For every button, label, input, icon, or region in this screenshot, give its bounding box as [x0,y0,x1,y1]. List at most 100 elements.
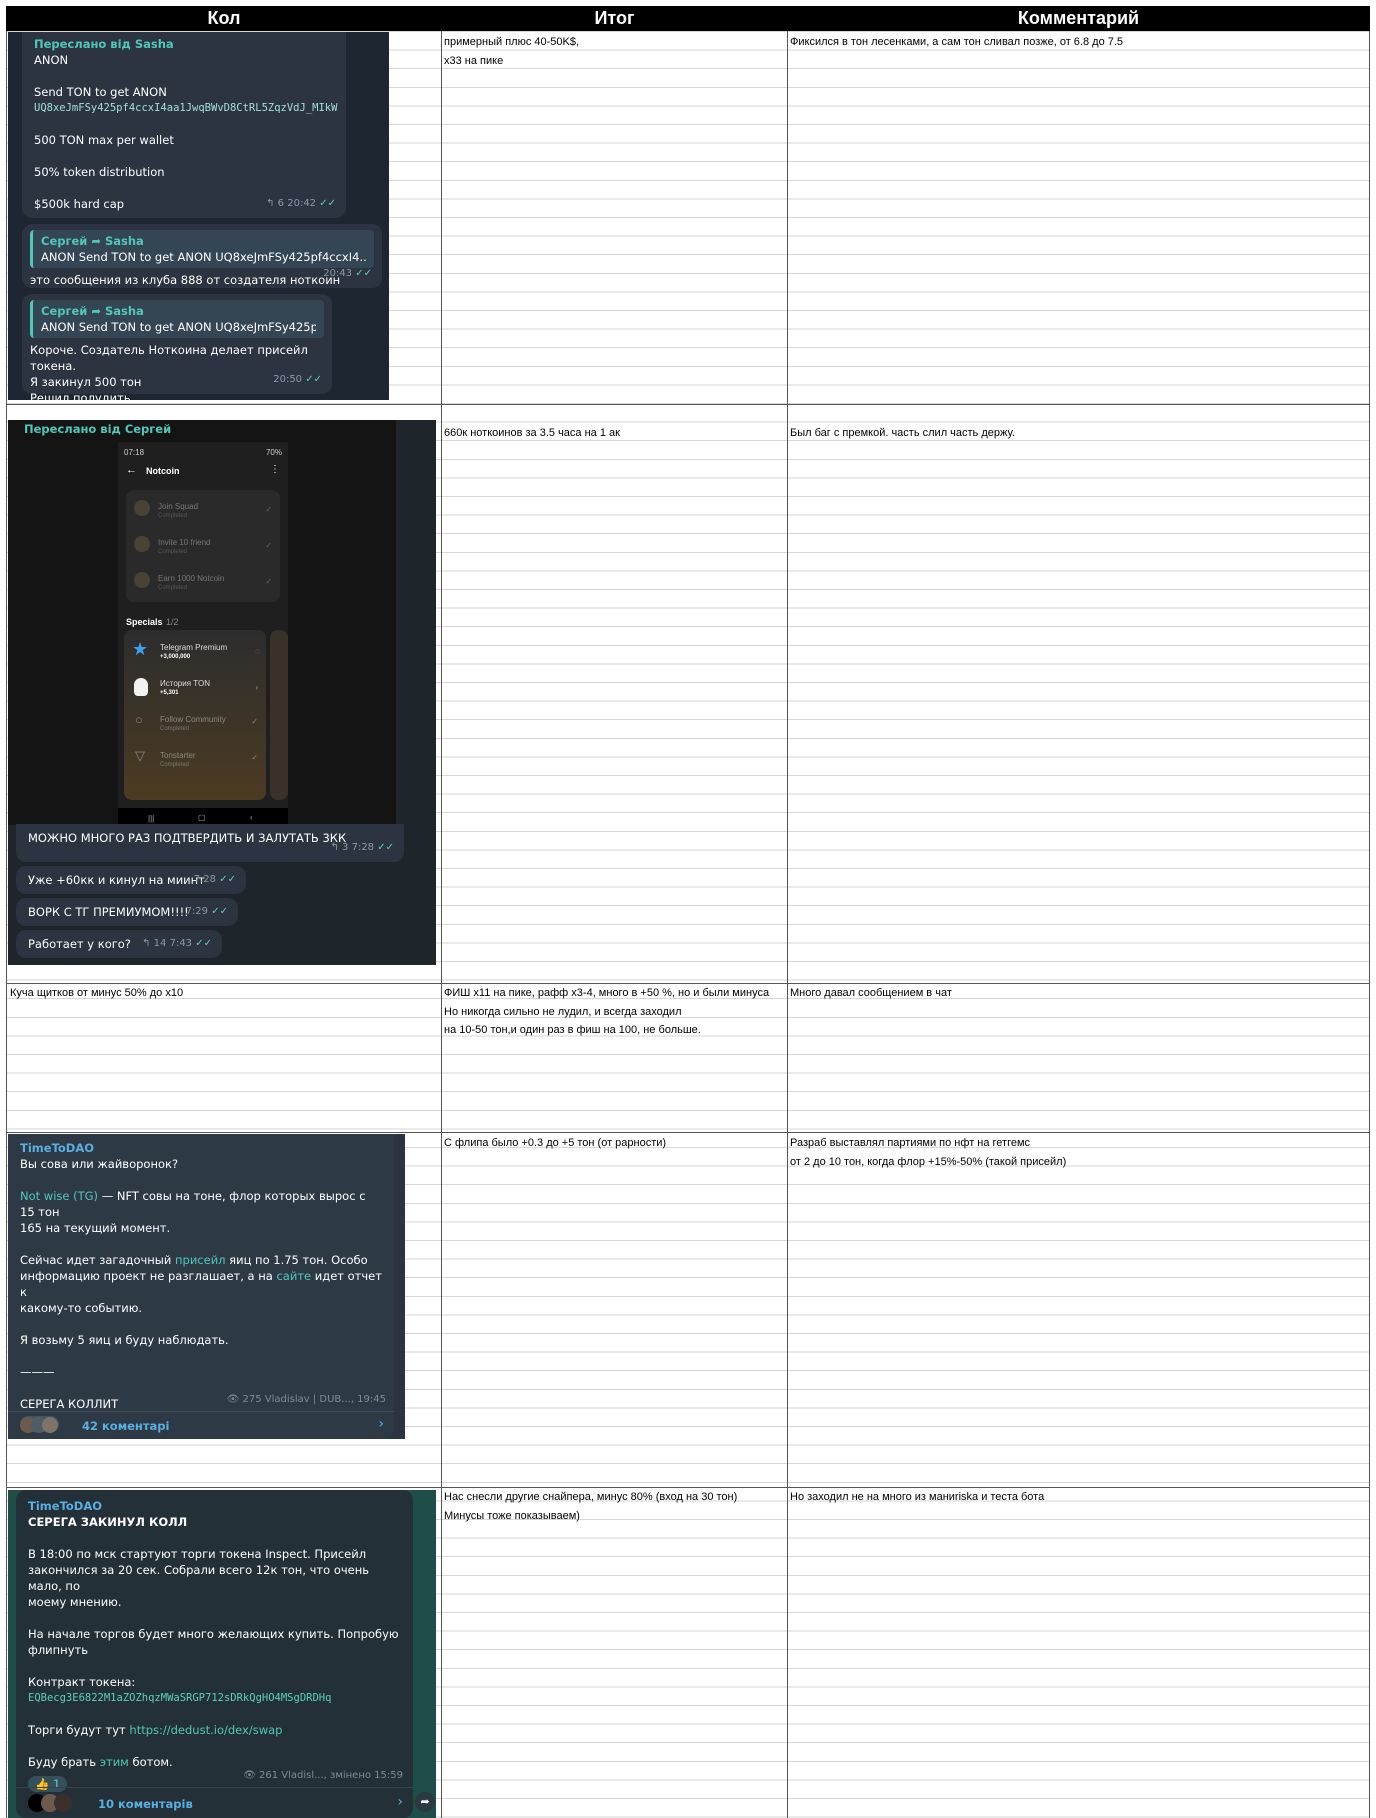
post-line: ——— [20,1365,55,1379]
message-line [34,180,334,196]
bot-link[interactable]: этим [100,1755,129,1769]
message-line: ANON [34,53,69,67]
channel-name[interactable]: TimeToDAO [20,1140,382,1156]
meta-text: ↰ 14 7:43 [142,938,193,949]
message-meta: 7:28 ✓✓ [194,872,236,888]
check-icon: ✓ [265,577,272,586]
column-border [441,31,442,1818]
telegram-screenshot-anon: Переслано від Sasha ANON Send TON to get… [8,32,389,400]
message-line: Send TON to get ANON [34,85,167,99]
post-link[interactable]: сайте [276,1269,311,1283]
comment-cell[interactable]: Но заходил не на много из маниriska и те… [790,1488,1044,1507]
tasks-card: Join Squad Completed ✓ Invite 10 friend … [126,490,280,602]
cell-line: от 2 до 10 тон, когда флор +15%-50% (так… [790,1155,1067,1168]
post-text: Буду брать [28,1755,100,1769]
back-arrow-icon[interactable]: ← [126,462,137,478]
star-icon: ★ [132,639,149,660]
post-line: Торги будут тут https://dedust.io/dex/sw… [28,1722,401,1738]
itog-cell[interactable]: 660к ноткоинов за 3.5 часа на 1 ак [444,424,620,443]
comment-cell[interactable]: Фиксился в тон лесенками, а сам тон слив… [790,33,1123,52]
avatar [42,1417,58,1433]
circle-icon: ○ [135,712,143,727]
wallet-address[interactable]: UQ8xeJmFSy425pf4ccxI4aa1JwqBWvD8CtRL5Zqz… [34,100,337,116]
meta-text: 7:28 [193,874,217,885]
triangle-icon: ▽ [135,748,145,763]
comment-avatars [20,1417,58,1437]
read-checks-icon: ✓✓ [195,938,212,949]
comments-link[interactable]: 42 коментарі [82,1418,169,1434]
post-line: Контракт токена: [28,1675,136,1689]
post-text: информацию проект не разглашает, а на [20,1269,277,1283]
specials-card: ★ Telegram Premium +3,000,000 ◌ История … [124,630,266,800]
post-link[interactable]: Not wise (TG) [20,1189,98,1203]
kol-cell[interactable]: Куча щитков от минус 50% до х10 [10,984,183,1003]
message-line [34,68,334,84]
channel-name[interactable]: TimeToDAO [28,1498,401,1514]
message-line: Короче. Создатель Ноткоина делает присей… [30,343,308,373]
share-forward-icon[interactable]: ➦ [415,1792,435,1812]
message-bubble: ВОРК С ТГ ПРЕМИУМОМ!!!! 7:29 ✓✓ [16,898,238,926]
meta-text: 20:43 [323,268,353,279]
reply-quote[interactable]: Сергей ➦ Sasha ANON Send TON to get ANON… [30,230,374,268]
read-checks-icon: ✓✓ [305,374,322,385]
post-title: СЕРЕГА ЗАКИНУЛ КОЛЛ [28,1515,188,1529]
cell-line: ФИШ x11 на пике, рафф x3-4, много в +50 … [444,987,770,999]
avatar [54,1794,72,1812]
contract-address[interactable]: EQBecg3E6822M1aZOZhqzMWaSRGP712sDRkQgHO4… [28,1690,401,1706]
phone-screenshot: 07:18 70% ← Notcoin ⋮ Join Squad Complet… [118,442,288,824]
itog-cell[interactable]: ФИШ x11 на пике, рафф x3-4, много в +50 … [444,984,769,1040]
cell-line: примерный плюс 40-50K$, [444,36,580,48]
message-bubble: Уже +60кк и кинул на миинт 7:28 ✓✓ [16,866,246,894]
itog-cell[interactable]: примерный плюс 40-50K$, x33 на пике [444,33,579,70]
comment-avatars [28,1794,72,1816]
divider [16,1787,413,1788]
message-bubble: Переслано від Sasha ANON Send TON to get… [22,32,346,218]
chevron-right-icon[interactable]: › [397,1794,403,1810]
cell-line: Много давал сообщением в чат [790,987,952,999]
post-line: В 18:00 по мск стартуют торги токена Ins… [28,1547,367,1561]
status-battery: 70% [265,448,282,457]
table-header-row: Кол Итог Комментарий [6,6,1370,31]
comment-cell[interactable]: Разраб выставлял партиями по нфт на гетг… [790,1134,1066,1171]
post-meta: 👁 275 Vladislav | DUB..., 19:45 [226,1394,386,1405]
read-checks-icon: ✓✓ [219,874,236,885]
cell-line: Минусы тоже показываем) [444,1509,580,1522]
itog-cell[interactable]: С флипа было +0.3 до +5 тон (от рарности… [444,1134,666,1153]
channel-post: TimeToDAO СЕРЕГА ЗАКИНУЛ КОЛЛ В 18:00 по… [16,1490,413,1818]
message-bubble: Сергей ➦ Sasha ANON Send TON to get ANON… [22,224,382,288]
check-icon: ✓ [265,505,272,514]
chevron-right-icon[interactable]: › [255,680,258,696]
more-menu-icon[interactable]: ⋮ [270,462,280,478]
message-line [34,148,334,164]
telegram-screenshot-inspect: TimeToDAO СЕРЕГА ЗАКИНУЛ КОЛЛ В 18:00 по… [8,1490,436,1818]
post-text: ботом. [128,1755,173,1769]
task-icon [134,536,150,552]
post-link[interactable]: присейл [175,1253,226,1267]
specials-count: 1/2 [166,617,179,627]
dedust-link[interactable]: https://dedust.io/dex/swap [129,1723,282,1737]
post-text: Торги будут тут [28,1723,130,1737]
meta-text: 20:50 [273,374,303,385]
post-line: На начале торгов будет много желающих ку… [28,1627,399,1641]
divider [8,1411,394,1412]
special-reward: Completed [160,762,190,768]
reaction-badge[interactable]: 👍 1 [28,1776,68,1792]
comments-link[interactable]: 10 коментарів [98,1796,193,1812]
task-status: Completed [158,549,188,555]
read-checks-icon: ✓✓ [377,842,394,853]
next-card-edge [270,630,288,800]
chevron-right-icon[interactable]: › [378,1416,384,1432]
comment-cell[interactable]: Был баг с премкой. часть слил часть держ… [790,424,1015,443]
forward-header: Переслано від Сергей [24,422,172,436]
itog-cell[interactable]: Нас снесли другие снайпера, минус 80% (в… [444,1488,737,1525]
post-line: информацию проект не разглашает, а на са… [20,1268,382,1300]
comment-cell[interactable]: Много давал сообщением в чат [790,984,952,1003]
post-line: Сейчас идет загадочный присейл яиц по 1.… [20,1252,382,1268]
message-line: 50% token distribution [34,165,165,179]
reply-quote[interactable]: Сергей ➦ Sasha ANON Send TON to get ANON… [30,300,324,338]
